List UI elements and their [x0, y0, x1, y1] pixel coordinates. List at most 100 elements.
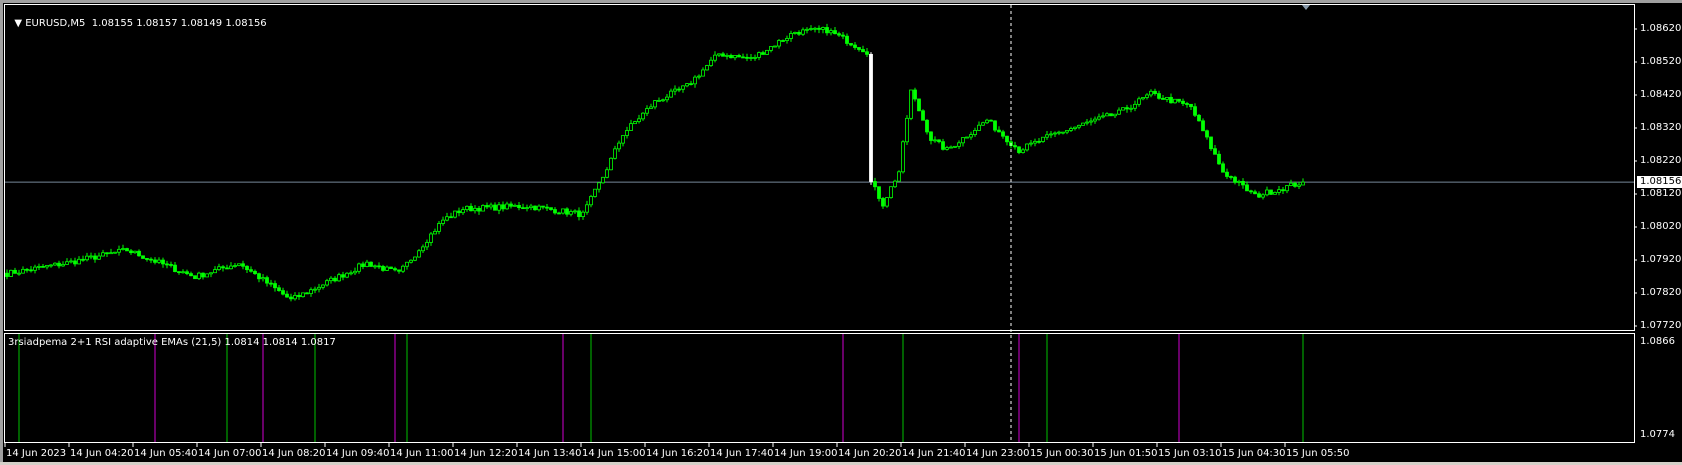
price-axis-label: 1.07720 [1640, 320, 1682, 331]
candle-bull [629, 123, 633, 131]
candle-bull [589, 196, 593, 206]
candle-bear [277, 287, 281, 292]
candle-bull [773, 45, 777, 48]
candle-bear [1233, 176, 1237, 183]
candle-bear [929, 131, 933, 141]
candle-bull [889, 186, 893, 198]
candle-bull [421, 246, 425, 252]
candle-bear [449, 216, 453, 219]
candle-bear [1001, 131, 1005, 137]
candle-bear [861, 49, 865, 53]
candle-bull [685, 83, 689, 87]
candle-bear [169, 264, 173, 266]
candle-bull [133, 250, 137, 254]
price-axis-label: 1.08620 [1640, 23, 1682, 34]
price-axis-label: 1.07920 [1640, 254, 1682, 265]
candle-bear [393, 268, 397, 271]
candle-bull [417, 250, 421, 258]
candle-bull [957, 142, 961, 147]
candle-bull [233, 265, 237, 267]
candle-bear [1189, 103, 1193, 108]
candle-bull [969, 134, 973, 138]
triangle-down-icon[interactable]: ▼ [14, 18, 25, 29]
candle-bear [877, 186, 881, 199]
candle-bear [937, 139, 941, 143]
candle-bull [317, 286, 321, 290]
candle-bear [273, 283, 277, 289]
candle-bear [145, 258, 149, 260]
candle-bear [241, 263, 245, 267]
candle-bull [181, 271, 185, 274]
candle-bear [1257, 193, 1261, 198]
candlestick-chart[interactable] [0, 0, 1682, 465]
candle-bull [337, 274, 341, 282]
candle-bear [161, 259, 165, 265]
candle-bull [581, 211, 585, 217]
candle-bull [1117, 109, 1121, 115]
candle-bull [1025, 143, 1029, 151]
time-axis-label: 14 Jun 11:00 [390, 448, 454, 459]
candle-bear [369, 261, 373, 267]
price-axis-label: 1.08320 [1640, 122, 1682, 133]
candle-bull [1113, 113, 1117, 117]
candle-bull [529, 205, 533, 209]
candle-bear [57, 262, 61, 267]
candle-bear [29, 269, 33, 272]
candle-bear [297, 294, 301, 298]
candle-bull [717, 53, 721, 56]
candle-bull [1285, 185, 1289, 192]
candle-bear [857, 47, 861, 50]
candle-bear [549, 207, 553, 210]
candle-bull [205, 273, 209, 278]
candle-bull [649, 106, 653, 109]
candle-bear [869, 53, 873, 182]
candle-bull [349, 272, 353, 275]
candle-bull [681, 85, 685, 90]
candle-bear [73, 260, 77, 265]
candle-bear [469, 205, 473, 212]
candle-bull [525, 207, 529, 210]
candle-bull [85, 255, 89, 261]
candle-bear [865, 51, 869, 55]
candle-bear [1005, 135, 1009, 143]
candle-bear [1181, 100, 1185, 104]
candle-bull [1069, 128, 1073, 131]
candle-bear [245, 265, 249, 271]
candle-bear [761, 52, 765, 55]
time-axis-label: 15 Jun 03:10 [1158, 448, 1222, 459]
candle-bear [153, 259, 157, 263]
candle-bull [1061, 131, 1065, 134]
candle-bull [321, 284, 325, 288]
candle-bull [901, 141, 905, 173]
candle-bull [1137, 98, 1141, 105]
candle-bull [429, 233, 433, 243]
candle-bear [509, 203, 513, 207]
candle-bull [437, 223, 441, 232]
candle-bull [405, 261, 409, 267]
candle-bull [97, 255, 101, 260]
candle-bull [601, 176, 605, 184]
candle-bear [269, 282, 273, 285]
time-axis-label: 14 Jun 13:40 [518, 448, 582, 459]
candle-bear [5, 272, 9, 277]
candle-bull [1145, 94, 1149, 98]
candle-bear [797, 31, 801, 35]
candle-bear [1153, 90, 1157, 94]
symbol-label: EURUSD,M5 [25, 18, 86, 29]
candle-bear [173, 264, 177, 272]
candle-bear [13, 269, 17, 274]
candle-bull [885, 197, 889, 207]
candle-bull [789, 33, 793, 39]
price-axis-label: 1.08020 [1640, 221, 1682, 232]
candle-bear [129, 250, 133, 254]
candle-bull [909, 89, 913, 119]
candle-bull [981, 122, 985, 126]
time-axis-label: 14 Jun 07:00 [198, 448, 262, 459]
candle-bull [1101, 115, 1105, 118]
candle-bull [453, 210, 457, 218]
candle-bull [1097, 116, 1101, 120]
candle-bear [1281, 189, 1285, 192]
candle-bear [289, 296, 293, 300]
candle-bull [465, 205, 469, 210]
candle-bear [389, 266, 393, 270]
